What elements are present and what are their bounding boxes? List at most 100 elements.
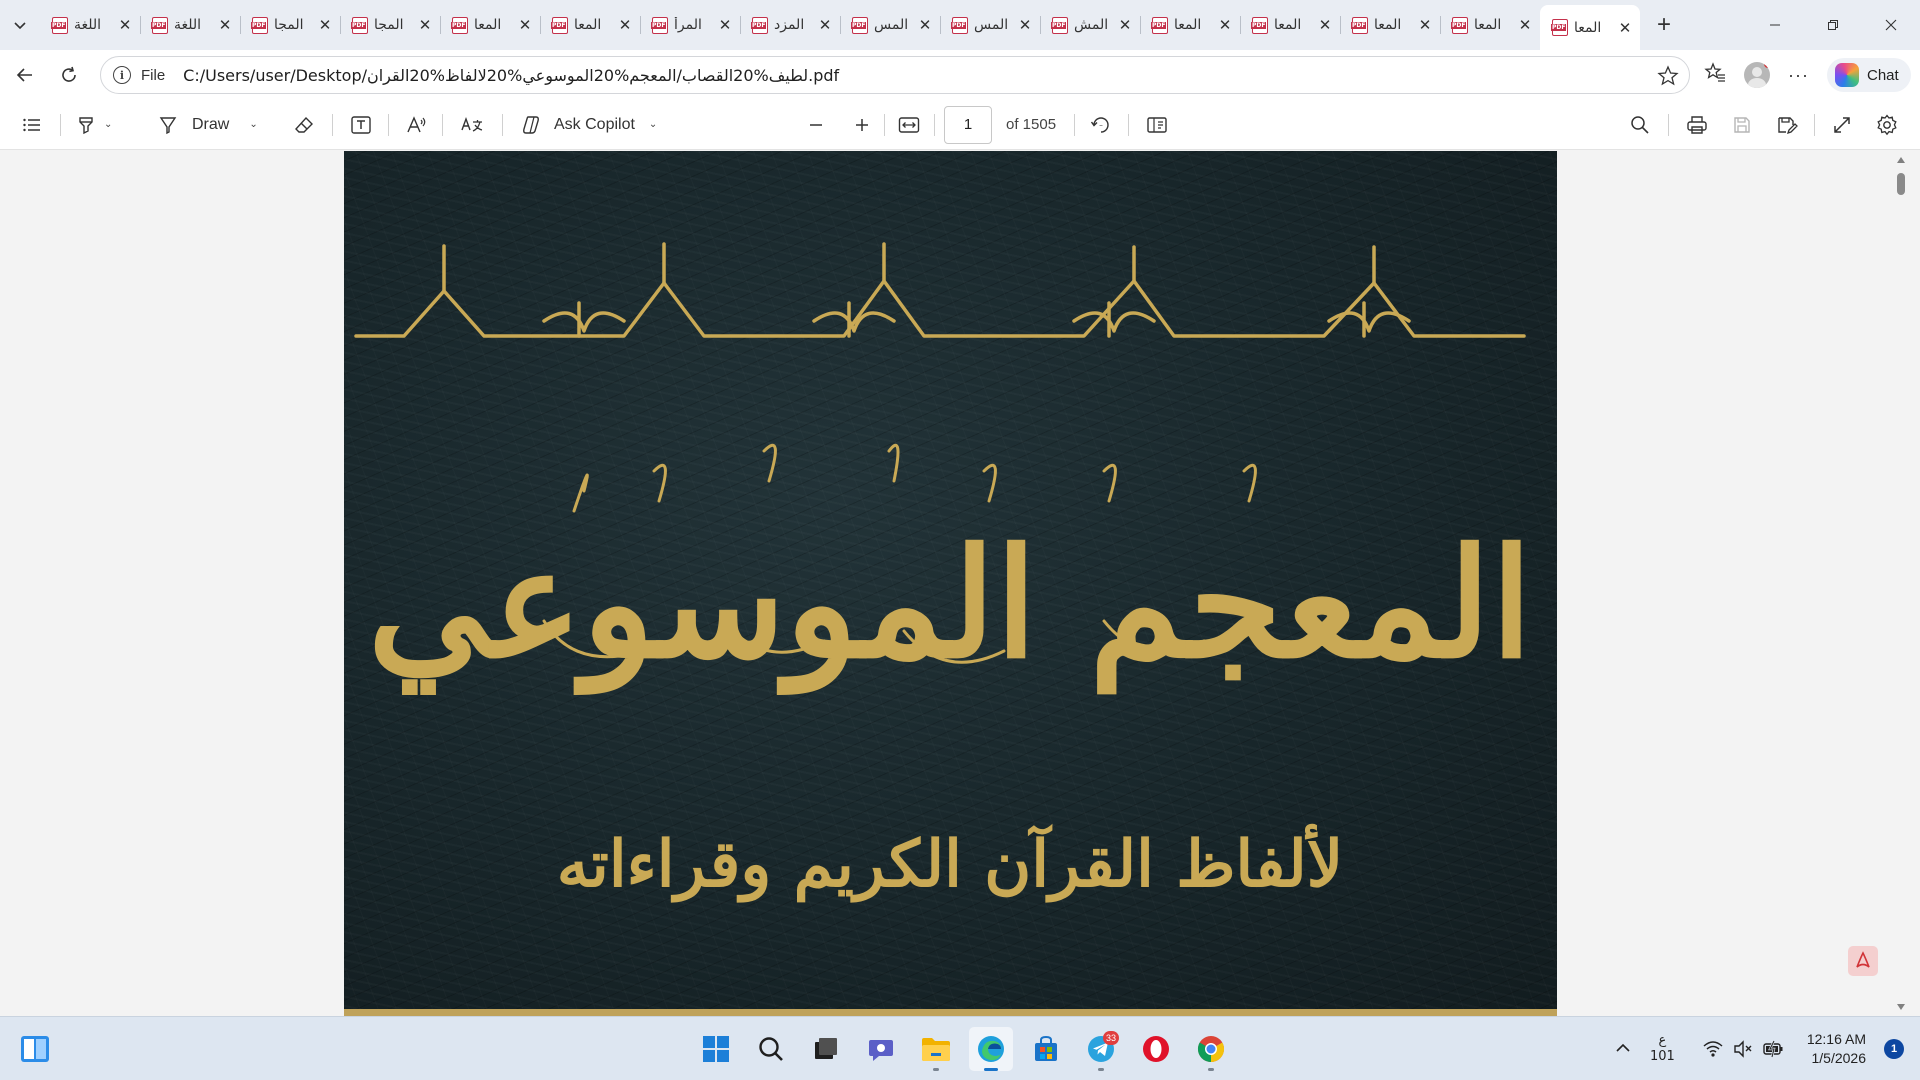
- chrome-button[interactable]: [1189, 1027, 1233, 1071]
- address-url[interactable]: C:/Users/user/Desktop/لطيف%20القصاب/المع…: [183, 66, 839, 85]
- pdf-viewer[interactable]: المعجم الموسوعي لألفاظ القرآن الكريم وقر…: [0, 151, 1920, 1016]
- print-button[interactable]: [1686, 115, 1708, 135]
- site-info-icon[interactable]: i: [113, 66, 131, 84]
- browser-tab[interactable]: المرأ ✕: [640, 5, 740, 45]
- close-tab-icon[interactable]: ✕: [318, 16, 332, 34]
- scroll-thumb[interactable]: [1897, 173, 1905, 195]
- find-button[interactable]: [1630, 115, 1650, 135]
- settings-button[interactable]: [1876, 113, 1898, 136]
- ask-copilot-button[interactable]: Ask Copilot ⌄: [520, 114, 657, 136]
- chevron-down-icon[interactable]: ⌄: [104, 119, 112, 130]
- close-tab-icon[interactable]: ✕: [218, 16, 232, 34]
- page-number-input[interactable]: 1: [944, 105, 992, 144]
- favorite-star-icon[interactable]: [1657, 65, 1679, 92]
- browser-tab[interactable]: المعا ✕: [1440, 5, 1540, 45]
- file-explorer-button[interactable]: [914, 1027, 958, 1071]
- close-tab-icon[interactable]: ✕: [718, 16, 732, 34]
- vertical-scrollbar[interactable]: [1894, 151, 1908, 1016]
- browser-tab[interactable]: المعا ✕: [1340, 5, 1440, 45]
- close-tab-icon[interactable]: ✕: [1518, 16, 1532, 34]
- microsoft-store-button[interactable]: [1024, 1027, 1068, 1071]
- eraser-icon: [295, 116, 313, 133]
- browser-tab[interactable]: المعا ✕: [1240, 5, 1340, 45]
- start-button[interactable]: [694, 1027, 738, 1071]
- save-as-button[interactable]: [1776, 115, 1798, 135]
- opera-button[interactable]: [1134, 1027, 1178, 1071]
- restore-button[interactable]: [1804, 0, 1862, 50]
- browser-tab[interactable]: المعا ✕: [440, 5, 540, 45]
- input-language-indicator[interactable]: ع 101: [1650, 1033, 1675, 1065]
- translate-icon: [461, 116, 483, 132]
- chevron-down-icon[interactable]: ⌄: [249, 119, 257, 130]
- current-page-field[interactable]: 1: [944, 105, 992, 144]
- close-tab-icon[interactable]: ✕: [1018, 16, 1032, 34]
- browser-tab[interactable]: اللغة ✕: [140, 5, 240, 45]
- chevron-down-icon[interactable]: ⌄: [649, 119, 657, 130]
- quick-settings-button[interactable]: [1703, 1040, 1785, 1058]
- acrobat-icon[interactable]: [1848, 946, 1878, 976]
- browser-tab[interactable]: المزد ✕: [740, 5, 840, 45]
- contents-button[interactable]: [22, 116, 42, 134]
- add-text-button[interactable]: [350, 115, 372, 135]
- close-tab-icon[interactable]: ✕: [618, 16, 632, 34]
- toolbar-divider: [502, 113, 503, 136]
- draw-button[interactable]: Draw ⌄: [158, 115, 258, 135]
- refresh-button[interactable]: [52, 58, 86, 92]
- search-button[interactable]: [749, 1027, 793, 1071]
- tab-actions-menu-button[interactable]: [0, 4, 40, 46]
- close-tab-icon[interactable]: ✕: [1118, 16, 1132, 34]
- pdf-page[interactable]: المعجم الموسوعي لألفاظ القرآن الكريم وقر…: [344, 151, 1557, 1016]
- browser-tab[interactable]: اللغة ✕: [40, 5, 140, 45]
- show-hidden-icons-button[interactable]: [1608, 1041, 1638, 1057]
- edge-browser-button[interactable]: [969, 1027, 1013, 1071]
- more-options-icon[interactable]: ···: [1788, 65, 1809, 86]
- close-tab-icon[interactable]: ✕: [418, 16, 432, 34]
- browser-tab[interactable]: المجا ✕: [340, 5, 440, 45]
- zoom-out-button[interactable]: [808, 117, 824, 133]
- close-tab-icon[interactable]: ✕: [1318, 16, 1332, 34]
- translate-button[interactable]: [460, 115, 484, 135]
- notification-badge[interactable]: 1: [1884, 1039, 1904, 1059]
- telegram-button[interactable]: 33: [1079, 1027, 1123, 1071]
- teams-chat-button[interactable]: [859, 1027, 903, 1071]
- close-tab-icon[interactable]: ✕: [1618, 19, 1632, 37]
- close-tab-icon[interactable]: ✕: [118, 16, 132, 34]
- browser-tab[interactable]: المس ✕: [840, 5, 940, 45]
- new-tab-button[interactable]: +: [1644, 5, 1684, 45]
- minimize-icon: [1770, 24, 1780, 26]
- rotate-button[interactable]: [1090, 115, 1112, 135]
- clock[interactable]: 12:16 AM 1/5/2026: [1807, 1030, 1866, 1068]
- close-tab-icon[interactable]: ✕: [918, 16, 932, 34]
- browser-tab[interactable]: المس ✕: [940, 5, 1040, 45]
- close-tab-icon[interactable]: ✕: [1218, 16, 1232, 34]
- browser-tab[interactable]: المعا ✕: [540, 5, 640, 45]
- browser-tab[interactable]: المعا ✕: [1540, 5, 1640, 50]
- browser-tab[interactable]: المجا ✕: [240, 5, 340, 45]
- close-tab-icon[interactable]: ✕: [518, 16, 532, 34]
- close-tab-icon[interactable]: ✕: [1418, 16, 1432, 34]
- zoom-in-button[interactable]: [854, 117, 870, 133]
- minimize-button[interactable]: [1746, 0, 1804, 50]
- scroll-down-arrow-icon[interactable]: [1897, 1004, 1905, 1010]
- copilot-chat-button[interactable]: Chat: [1826, 58, 1911, 92]
- widgets-button[interactable]: [20, 1035, 50, 1063]
- address-bar[interactable]: i File C:/Users/user/Desktop/لطيف%20القص…: [100, 56, 1690, 94]
- fit-to-width-button[interactable]: [898, 116, 920, 134]
- read-aloud-button[interactable]: [406, 115, 428, 135]
- full-screen-button[interactable]: [1832, 115, 1852, 135]
- close-tab-icon[interactable]: ✕: [818, 16, 832, 34]
- favorites-icon[interactable]: [1704, 61, 1726, 89]
- task-view-button[interactable]: [804, 1027, 848, 1071]
- browser-tab[interactable]: المش ✕: [1040, 5, 1140, 45]
- close-window-button[interactable]: [1862, 0, 1920, 50]
- erase-button[interactable]: [294, 115, 314, 135]
- scroll-up-arrow-icon[interactable]: [1897, 157, 1905, 163]
- cover-calligraphy: المعجم الموسوعي لألفاظ القرآن الكريم وقر…: [368, 443, 1532, 903]
- pdf-file-icon: [51, 16, 68, 34]
- profile-avatar[interactable]: [1744, 62, 1770, 88]
- highlight-button[interactable]: ⌄: [76, 115, 112, 135]
- back-arrow-icon: [16, 68, 32, 82]
- page-view-button[interactable]: [1146, 115, 1168, 135]
- back-button[interactable]: [8, 58, 42, 92]
- browser-tab[interactable]: المعا ✕: [1140, 5, 1240, 45]
